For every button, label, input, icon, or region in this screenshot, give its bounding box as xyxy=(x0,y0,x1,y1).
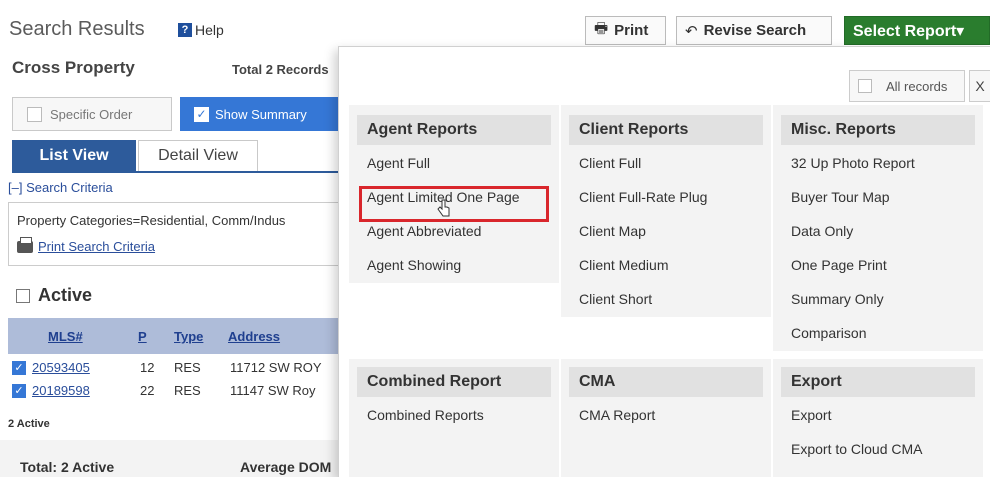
menu-item-agent-full[interactable]: Agent Full xyxy=(367,155,430,171)
menu-item-one-page-print[interactable]: One Page Print xyxy=(791,257,887,273)
table-row: ✓ 20593405 12 RES 11712 SW ROY xyxy=(8,358,342,380)
menu-item-32-up-photo-report[interactable]: 32 Up Photo Report xyxy=(791,155,915,171)
search-criteria-text: Property Categories=Residential, Comm/In… xyxy=(17,213,286,228)
mls-link[interactable]: 20189598 xyxy=(32,383,90,398)
all-records-checkbox[interactable] xyxy=(858,79,872,93)
mls-link[interactable]: 20593405 xyxy=(32,360,90,375)
misc-reports-heading: Misc. Reports xyxy=(781,115,975,145)
agent-reports-heading: Agent Reports xyxy=(357,115,551,145)
back-arrow-icon: ↶ xyxy=(685,22,698,40)
agent-reports-column: Agent Reports Agent Full Agent Limited O… xyxy=(349,105,559,283)
address: 11147 SW Roy xyxy=(230,383,316,398)
menu-item-buyer-tour-map[interactable]: Buyer Tour Map xyxy=(791,189,890,205)
total-records: Total 2 Records xyxy=(232,62,329,77)
search-criteria-box: Property Categories=Residential, Comm/In… xyxy=(8,202,342,266)
table-header: MLS# P Type Address xyxy=(8,318,342,354)
revise-search-button[interactable]: ↶ Revise Search xyxy=(676,16,832,45)
menu-item-agent-showing[interactable]: Agent Showing xyxy=(367,257,461,273)
photo-count: 12 xyxy=(140,360,155,375)
help-label: Help xyxy=(195,22,224,38)
tab-list-view[interactable]: List View xyxy=(12,140,136,171)
active-label: Active xyxy=(38,285,93,305)
menu-item-combined-reports[interactable]: Combined Reports xyxy=(367,407,484,423)
menu-item-comparison[interactable]: Comparison xyxy=(791,325,866,341)
photo-count: 22 xyxy=(140,383,155,398)
printer-icon: 🖶 xyxy=(594,20,609,37)
totals-bar: Total: 2 Active Average DOM xyxy=(0,440,342,477)
misc-reports-column: Misc. Reports 32 Up Photo Report Buyer T… xyxy=(773,105,983,351)
menu-item-cma-report[interactable]: CMA Report xyxy=(579,407,655,423)
export-column: Export Export Export to Cloud CMA xyxy=(773,359,983,477)
column-header-p[interactable]: P xyxy=(138,329,147,344)
tab-underline xyxy=(12,171,340,173)
hand-cursor-icon xyxy=(437,199,450,217)
select-report-button[interactable]: Select Report▾ xyxy=(844,16,990,45)
active-count: 2 Active xyxy=(8,418,50,430)
revise-search-label: Revise Search xyxy=(703,22,807,39)
printer-icon xyxy=(17,236,33,253)
address: 11712 SW ROY xyxy=(230,360,322,375)
select-report-label: Select Report▾ xyxy=(853,22,965,40)
help-icon: ? xyxy=(178,23,192,37)
menu-item-export[interactable]: Export xyxy=(791,407,831,423)
property-type: RES xyxy=(174,383,201,398)
menu-item-client-full[interactable]: Client Full xyxy=(579,155,641,171)
menu-item-summary-only[interactable]: Summary Only xyxy=(791,291,884,307)
menu-item-client-map[interactable]: Client Map xyxy=(579,223,646,239)
tab-detail-view[interactable]: Detail View xyxy=(138,140,258,171)
combined-report-heading: Combined Report xyxy=(357,367,551,397)
menu-item-export-to-cloud-cma[interactable]: Export to Cloud CMA xyxy=(791,441,923,457)
all-records-toggle[interactable]: All records xyxy=(849,70,965,102)
active-select-all-checkbox[interactable] xyxy=(16,288,30,303)
specific-order-toggle[interactable]: Specific Order xyxy=(12,97,172,131)
menu-item-client-short[interactable]: Client Short xyxy=(579,291,652,307)
active-section-header: Active xyxy=(16,285,92,306)
print-search-criteria-link[interactable]: Print Search Criteria xyxy=(17,236,156,254)
client-reports-heading: Client Reports xyxy=(569,115,763,145)
page-title: Search Results xyxy=(9,18,145,40)
combined-report-column: Combined Report Combined Reports xyxy=(349,359,559,477)
print-search-criteria-label: Print Search Criteria xyxy=(38,239,156,254)
column-header-address[interactable]: Address xyxy=(228,329,280,344)
print-label: Print xyxy=(614,22,649,39)
specific-order-checkbox[interactable] xyxy=(27,106,42,122)
search-criteria-toggle[interactable]: [–] Search Criteria xyxy=(8,180,113,195)
average-dom-label: Average DOM xyxy=(240,459,332,475)
row-checkbox[interactable]: ✓ xyxy=(12,384,26,398)
specific-order-label: Specific Order xyxy=(50,106,133,122)
menu-item-data-only[interactable]: Data Only xyxy=(791,223,853,239)
all-records-label: All records xyxy=(886,78,948,94)
show-summary-checkbox[interactable]: ✓ xyxy=(194,106,209,122)
menu-item-agent-abbreviated[interactable]: Agent Abbreviated xyxy=(367,223,481,239)
client-reports-column: Client Reports Client Full Client Full-R… xyxy=(561,105,771,317)
menu-item-client-full-rate-plug[interactable]: Client Full-Rate Plug xyxy=(579,189,707,205)
show-summary-toggle[interactable]: ✓ Show Summary xyxy=(180,97,340,131)
cma-heading: CMA xyxy=(569,367,763,397)
property-type: RES xyxy=(174,360,201,375)
column-header-type[interactable]: Type xyxy=(174,329,203,344)
search-results-page: Search Results ? Help Cross Property Tot… xyxy=(0,0,990,477)
menu-item-client-medium[interactable]: Client Medium xyxy=(579,257,668,273)
select-report-dropdown: All records X Agent Reports Agent Full A… xyxy=(338,46,990,477)
table-row: ✓ 20189598 22 RES 11147 SW Roy xyxy=(8,381,342,403)
print-button[interactable]: 🖶 Print xyxy=(585,16,666,45)
cma-column: CMA CMA Report xyxy=(561,359,771,477)
highlight-box xyxy=(359,186,549,222)
total-active-label: Total: 2 Active xyxy=(20,459,115,475)
help-link[interactable]: ? Help xyxy=(178,22,224,38)
row-checkbox[interactable]: ✓ xyxy=(12,361,26,375)
show-summary-label: Show Summary xyxy=(215,106,307,122)
export-heading: Export xyxy=(781,367,975,397)
cross-property-heading: Cross Property xyxy=(12,58,135,77)
column-header-mls[interactable]: MLS# xyxy=(48,329,83,344)
close-dropdown-button[interactable]: X xyxy=(969,70,990,102)
